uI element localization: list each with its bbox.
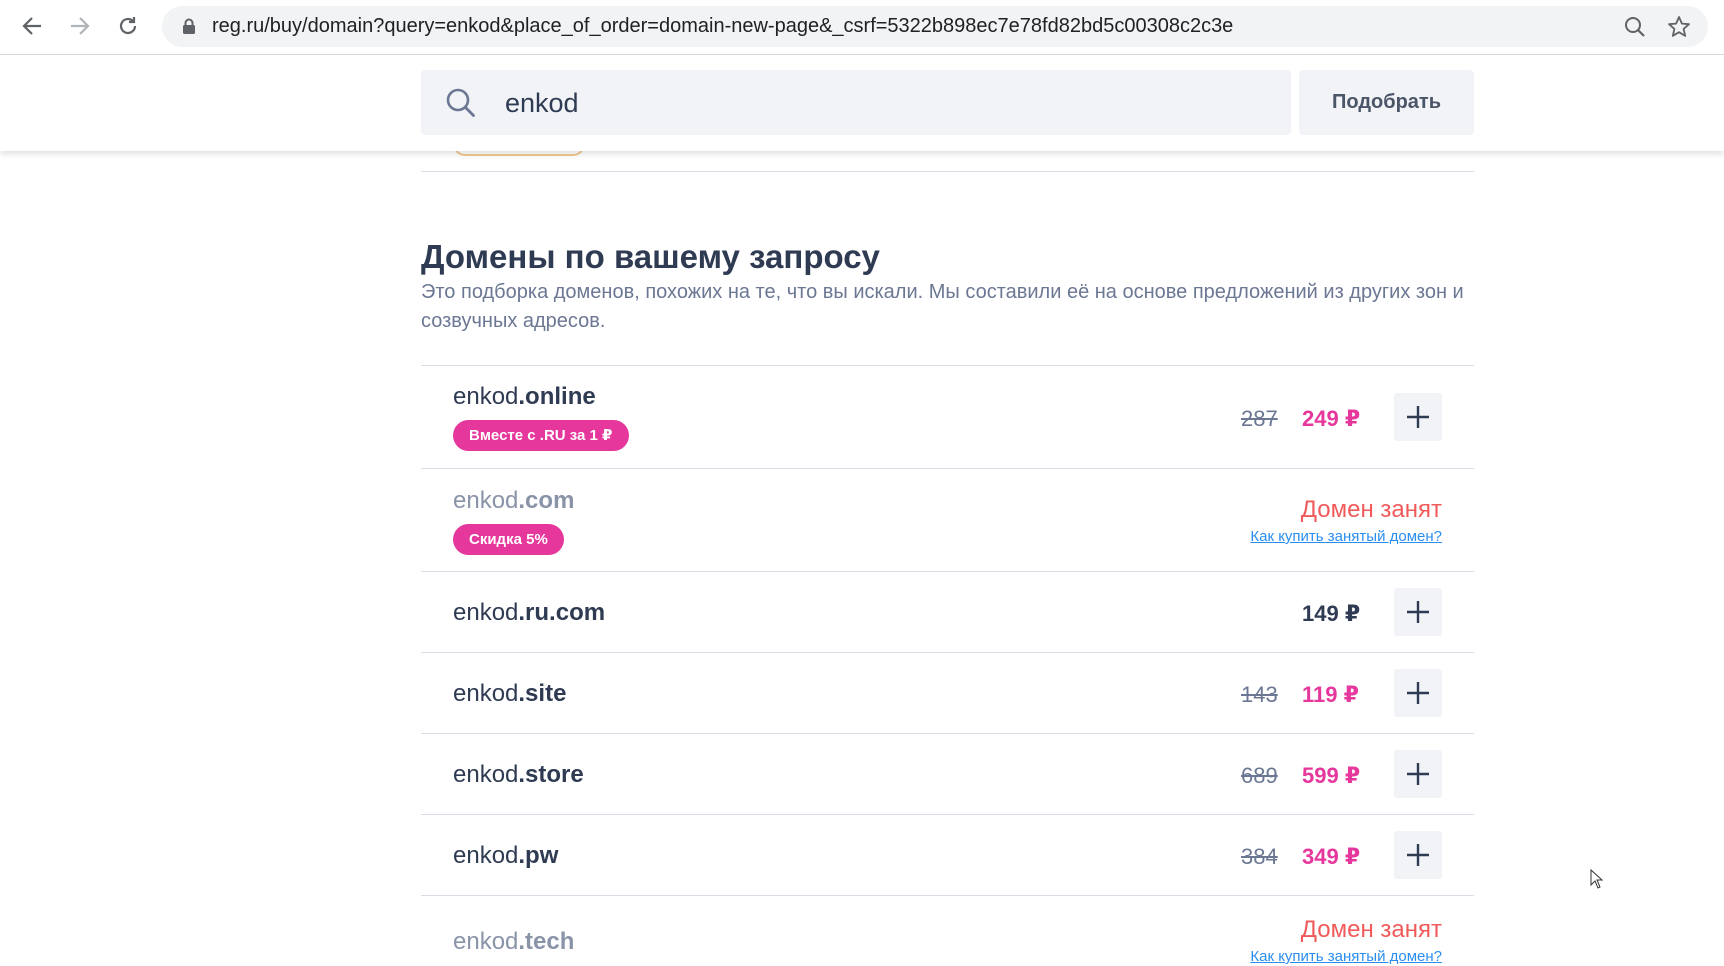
star-icon[interactable]	[1666, 14, 1692, 40]
mouse-cursor-icon	[1590, 868, 1604, 894]
domain-row: enkod.store 689 599 ₽	[421, 733, 1474, 815]
add-to-cart-button[interactable]	[1394, 669, 1442, 717]
address-bar[interactable]: reg.ru/buy/domain?query=enkod&place_of_o…	[162, 6, 1708, 47]
domain-name[interactable]: enkod.online	[453, 383, 596, 411]
old-price: 287	[1241, 406, 1278, 431]
old-price: 143	[1241, 682, 1278, 707]
domain-name[interactable]: enkod.com	[453, 487, 574, 515]
how-to-buy-link[interactable]: Как купить занятый домен?	[1250, 948, 1442, 965]
how-to-buy-link[interactable]: Как купить занятый домен?	[1250, 528, 1442, 545]
search-icon	[445, 87, 477, 124]
search-box[interactable]	[421, 70, 1291, 137]
domain-row: enkod.tech Домен занят Как купить заняты…	[421, 895, 1474, 966]
domain-row: enkod.com Скидка 5% Домен занят Как купи…	[421, 468, 1474, 572]
pick-button[interactable]: Подобрать	[1299, 70, 1474, 135]
domain-row: enkod.pw 384 349 ₽	[421, 814, 1474, 896]
reload-icon[interactable]	[110, 8, 146, 44]
price: 349 ₽	[1302, 844, 1361, 869]
old-price: 689	[1241, 763, 1278, 788]
domain-name[interactable]: enkod.pw	[453, 842, 558, 870]
search-input[interactable]	[503, 70, 1267, 137]
domain-row: enkod.ru.com 149 ₽	[421, 571, 1474, 653]
add-to-cart-button[interactable]	[1394, 393, 1442, 441]
back-icon[interactable]	[14, 8, 50, 44]
price: 149 ₽	[1302, 601, 1361, 626]
add-to-cart-button[interactable]	[1394, 588, 1442, 636]
domain-taken-status: Домен занят	[1300, 916, 1442, 943]
domain-taken-status: Домен занят	[1300, 496, 1442, 523]
old-price: 384	[1241, 844, 1278, 869]
plus-icon	[1407, 406, 1429, 428]
domain-row: enkod.site 143 119 ₽	[421, 652, 1474, 734]
zoom-icon[interactable]	[1622, 14, 1648, 40]
add-to-cart-button[interactable]	[1394, 750, 1442, 798]
price: 119 ₽	[1302, 682, 1359, 707]
domain-row: enkod.online Вместе с .RU за 1 ₽ 287 249…	[421, 365, 1474, 469]
price: 599 ₽	[1302, 763, 1361, 788]
discount-badge: Скидка 5%	[453, 524, 564, 555]
domain-name[interactable]: enkod.ru.com	[453, 599, 605, 627]
promo-badge: Вместе с .RU за 1 ₽	[453, 420, 629, 451]
plus-icon	[1407, 763, 1429, 785]
plus-icon	[1407, 844, 1429, 866]
forward-icon[interactable]	[62, 8, 98, 44]
search-header: Подобрать	[0, 55, 1724, 151]
section-title: Домены по вашему запросу	[421, 238, 880, 275]
price: 249 ₽	[1302, 406, 1361, 431]
browser-toolbar: reg.ru/buy/domain?query=enkod&place_of_o…	[0, 0, 1724, 55]
add-to-cart-button[interactable]	[1394, 831, 1442, 879]
domain-name[interactable]: enkod.site	[453, 680, 566, 708]
section-description: Это подборка доменов, похожих на те, что…	[421, 281, 1464, 332]
domain-name[interactable]: enkod.tech	[453, 928, 574, 956]
domain-name[interactable]: enkod.store	[453, 761, 584, 789]
lock-icon[interactable]	[182, 18, 196, 40]
url-text[interactable]: reg.ru/buy/domain?query=enkod&place_of_o…	[212, 6, 1233, 47]
plus-icon	[1407, 601, 1429, 623]
plus-icon	[1407, 682, 1429, 704]
divider	[421, 171, 1474, 172]
